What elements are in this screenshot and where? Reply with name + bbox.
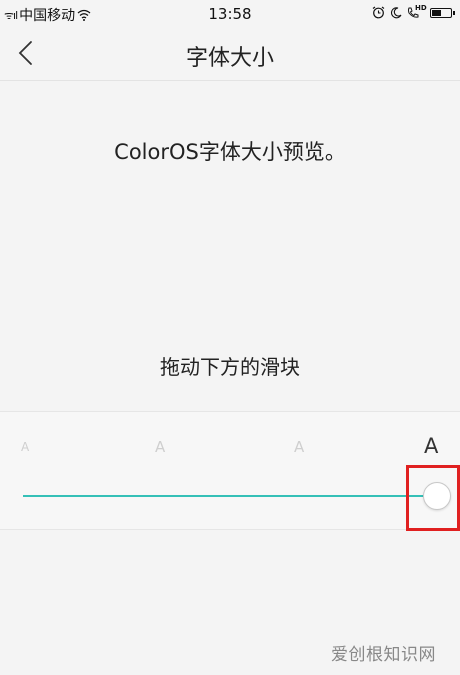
font-preview-text: ColorOS字体大小预览。 [114,140,346,164]
font-size-slider-panel: A A A A [0,411,460,530]
status-right: HD [372,3,455,19]
battery-icon [430,7,455,18]
size-tick-small[interactable]: A [21,440,29,454]
size-tick-large[interactable]: A [294,438,304,456]
slider-track[interactable] [23,495,423,497]
slider-instruction: 拖动下方的滑块 [160,355,300,379]
highlight-box [406,465,460,531]
size-tick-medium[interactable]: A [155,438,165,456]
page-title: 字体大小 [185,46,274,71]
watermark: 爱创根知识网 [331,645,436,665]
battery-level [432,9,441,16]
nav-bar: 字体大小 [0,28,460,81]
status-bar: ᯤıl 中国移动 13:58 HD [0,0,460,28]
do-not-disturb-icon [391,6,402,18]
size-tick-extra-large[interactable]: A [424,434,438,458]
alarm-icon [372,6,385,19]
hd-label: HD [415,3,427,12]
hd-call-icon: HD [407,3,427,19]
